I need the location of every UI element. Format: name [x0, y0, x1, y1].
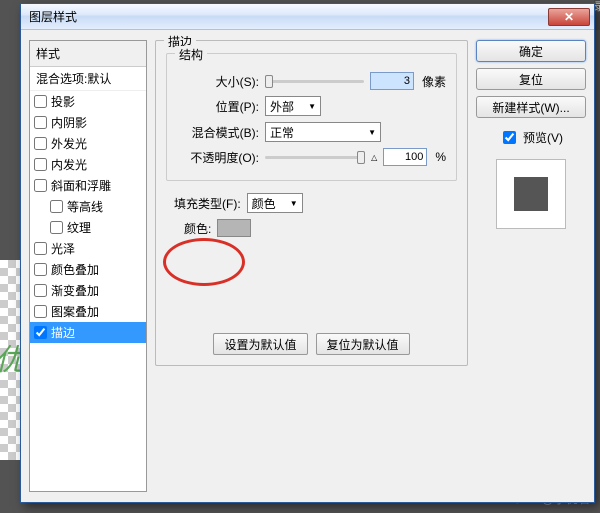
style-label: 斜面和浮雕 — [51, 177, 111, 194]
chevron-down-icon: ▼ — [308, 102, 316, 111]
stroke-settings-panel: 描边 结构 大小(S): 像素 位置(P): 外部 — [155, 40, 468, 492]
opacity-slider[interactable] — [265, 156, 365, 159]
position-select[interactable]: 外部 ▼ — [265, 96, 321, 116]
color-swatch[interactable] — [217, 219, 251, 237]
style-item-6[interactable]: 纹理 — [30, 217, 146, 238]
style-checkbox[interactable] — [34, 242, 47, 255]
style-label: 等高线 — [67, 198, 103, 215]
chevron-down-icon: ▼ — [368, 128, 376, 137]
titlebar[interactable]: 图层样式 ✕ — [21, 4, 594, 30]
style-label: 颜色叠加 — [51, 261, 99, 278]
style-label: 描边 — [51, 324, 75, 341]
layer-style-dialog: 图层样式 ✕ 样式 混合选项:默认 投影内阴影外发光内发光斜面和浮雕等高线纹理光… — [20, 3, 595, 503]
style-label: 渐变叠加 — [51, 282, 99, 299]
style-label: 内发光 — [51, 156, 87, 173]
filltype-label: 填充类型(F): — [174, 195, 241, 212]
position-label: 位置(P): — [177, 98, 259, 115]
preview-checkbox[interactable] — [503, 131, 516, 144]
preview-label: 预览(V) — [523, 129, 563, 146]
style-label: 内阴影 — [51, 114, 87, 131]
size-input[interactable] — [370, 72, 414, 90]
style-item-7[interactable]: 光泽 — [30, 238, 146, 259]
blendmode-select[interactable]: 正常 ▼ — [265, 122, 381, 142]
style-item-9[interactable]: 渐变叠加 — [30, 280, 146, 301]
style-checkbox[interactable] — [50, 221, 63, 234]
opacity-unit: % — [435, 150, 446, 164]
style-item-11[interactable]: 描边 — [30, 322, 146, 343]
slider-end-icon: △ — [371, 153, 377, 162]
position-value: 外部 — [270, 98, 294, 115]
style-item-8[interactable]: 颜色叠加 — [30, 259, 146, 280]
style-checkbox[interactable] — [34, 263, 47, 276]
set-default-button[interactable]: 设置为默认值 — [213, 333, 307, 355]
filltype-select[interactable]: 颜色 ▼ — [247, 193, 303, 213]
slider-thumb-icon[interactable] — [357, 151, 365, 164]
style-item-1[interactable]: 内阴影 — [30, 112, 146, 133]
styles-list-panel: 样式 混合选项:默认 投影内阴影外发光内发光斜面和浮雕等高线纹理光泽颜色叠加渐变… — [29, 40, 147, 492]
preview-thumbnail — [496, 159, 566, 229]
style-item-3[interactable]: 内发光 — [30, 154, 146, 175]
structure-group: 结构 大小(S): 像素 位置(P): 外部 ▼ — [166, 53, 457, 181]
style-item-5[interactable]: 等高线 — [30, 196, 146, 217]
reset-default-button[interactable]: 复位为默认值 — [316, 333, 410, 355]
styles-list-header: 样式 — [30, 41, 146, 67]
preview-swatch — [514, 177, 548, 211]
dialog-actions-panel: 确定 复位 新建样式(W)... 预览(V) — [476, 40, 586, 492]
close-button[interactable]: ✕ — [548, 8, 590, 26]
style-checkbox[interactable] — [34, 137, 47, 150]
size-unit: 像素 — [422, 73, 446, 90]
style-label: 图案叠加 — [51, 303, 99, 320]
style-checkbox[interactable] — [50, 200, 63, 213]
style-checkbox[interactable] — [34, 95, 47, 108]
size-slider[interactable] — [265, 80, 364, 83]
style-label: 光泽 — [51, 240, 75, 257]
blendmode-label: 混合模式(B): — [177, 124, 259, 141]
style-checkbox[interactable] — [34, 284, 47, 297]
filltype-value: 颜色 — [252, 195, 276, 212]
opacity-input[interactable] — [383, 148, 427, 166]
blendmode-value: 正常 — [270, 124, 294, 141]
chevron-down-icon: ▼ — [290, 199, 298, 208]
style-label: 外发光 — [51, 135, 87, 152]
style-item-4[interactable]: 斜面和浮雕 — [30, 175, 146, 196]
reset-button[interactable]: 复位 — [476, 68, 586, 90]
window-title: 图层样式 — [29, 8, 548, 25]
style-checkbox[interactable] — [34, 179, 47, 192]
style-label: 纹理 — [67, 219, 91, 236]
size-label: 大小(S): — [177, 73, 259, 90]
style-checkbox[interactable] — [34, 305, 47, 318]
new-style-button[interactable]: 新建样式(W)... — [476, 96, 586, 118]
style-checkbox[interactable] — [34, 116, 47, 129]
style-checkbox[interactable] — [34, 158, 47, 171]
close-icon: ✕ — [564, 10, 574, 24]
blending-options-row[interactable]: 混合选项:默认 — [30, 67, 146, 91]
slider-thumb-icon[interactable] — [265, 75, 273, 88]
color-label: 颜色: — [184, 220, 211, 237]
ok-button[interactable]: 确定 — [476, 40, 586, 62]
style-checkbox[interactable] — [34, 326, 47, 339]
opacity-label: 不透明度(O): — [177, 149, 259, 166]
style-item-10[interactable]: 图案叠加 — [30, 301, 146, 322]
style-item-2[interactable]: 外发光 — [30, 133, 146, 154]
style-item-0[interactable]: 投影 — [30, 91, 146, 112]
structure-title: 结构 — [175, 46, 207, 63]
style-label: 投影 — [51, 93, 75, 110]
